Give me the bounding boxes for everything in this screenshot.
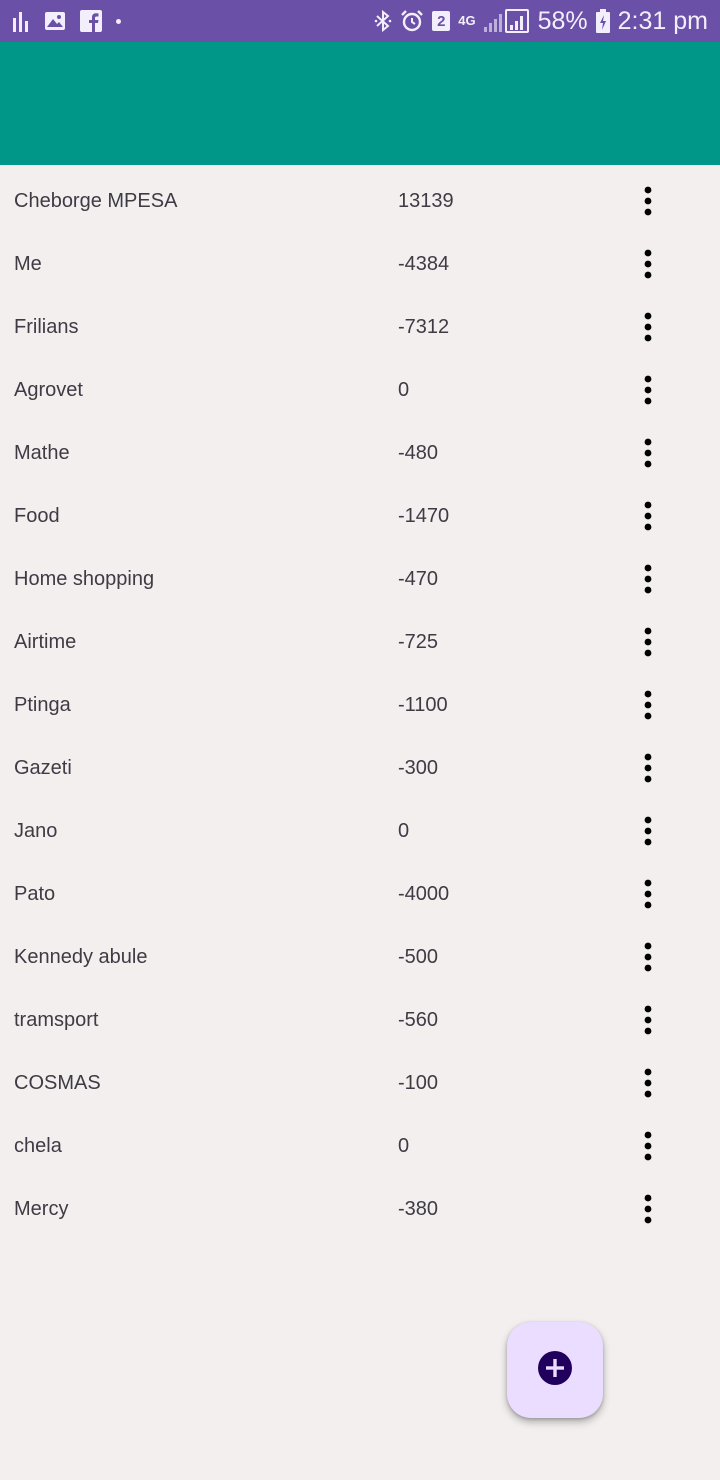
list-item[interactable]: Kennedy abule -500 [0, 926, 720, 989]
more-vert-icon[interactable] [628, 873, 668, 915]
app-bar [0, 42, 720, 165]
more-vert-icon[interactable] [628, 306, 668, 348]
more-vert-icon[interactable] [628, 243, 668, 285]
account-name: Food [14, 505, 60, 527]
more-vert-icon[interactable] [628, 1188, 668, 1230]
more-vert-icon[interactable] [628, 999, 668, 1041]
account-name: Jano [14, 820, 58, 842]
account-name: Mercy [14, 1198, 69, 1220]
list-item[interactable]: Pato -4000 [0, 863, 720, 926]
account-name: tramsport [14, 1009, 99, 1031]
more-vert-icon[interactable] [628, 432, 668, 474]
account-name: Mathe [14, 442, 70, 464]
more-vert-icon[interactable] [628, 180, 668, 222]
account-balance: -1100 [398, 694, 448, 716]
account-balance: -560 [398, 1009, 439, 1031]
list-item[interactable]: Food -1470 [0, 485, 720, 548]
account-balance: -500 [398, 946, 439, 968]
bar-chart-icon [12, 10, 30, 32]
more-vert-icon[interactable] [628, 1125, 668, 1167]
add-circle-icon [537, 1350, 573, 1391]
alarm-icon [400, 9, 424, 33]
clock: 2:31 pm [617, 6, 708, 35]
more-vert-icon[interactable] [628, 369, 668, 411]
account-name: Home shopping [14, 568, 155, 590]
network-type: 4G [458, 13, 476, 28]
facebook-icon [80, 10, 102, 32]
add-account-button[interactable] [507, 1322, 603, 1418]
account-balance: 0 [398, 820, 410, 842]
list-item[interactable]: tramsport -560 [0, 989, 720, 1052]
account-balance: 0 [398, 379, 410, 401]
account-name: Me [14, 253, 42, 275]
signal-icon [483, 9, 530, 33]
list-item[interactable]: Agrovet 0 [0, 359, 720, 422]
account-balance: -4384 [398, 253, 450, 275]
list-item[interactable]: Me -4384 [0, 233, 720, 296]
list-item[interactable]: Gazeti -300 [0, 737, 720, 800]
more-vert-icon[interactable] [628, 684, 668, 726]
more-vert-icon[interactable] [628, 1062, 668, 1104]
battery-charging-icon [595, 9, 610, 33]
account-balance: -300 [398, 757, 439, 779]
more-vert-icon[interactable] [628, 936, 668, 978]
account-name: Cheborge MPESA [14, 190, 178, 212]
account-name: Airtime [14, 631, 77, 653]
account-balance: -100 [398, 1072, 439, 1094]
list-item[interactable]: Home shopping -470 [0, 548, 720, 611]
account-name: Gazeti [14, 757, 72, 779]
account-name: Ptinga [14, 694, 71, 716]
account-name: Agrovet [14, 379, 83, 401]
account-balance: 0 [398, 1135, 410, 1157]
account-balance: 13139 [398, 190, 454, 212]
account-name: Frilians [14, 316, 79, 338]
list-item[interactable]: Jano 0 [0, 800, 720, 863]
dot-icon [116, 18, 121, 24]
image-icon [44, 11, 66, 31]
list-item[interactable]: COSMAS -100 [0, 1052, 720, 1115]
account-balance: -4000 [398, 883, 450, 905]
list-item[interactable]: chela 0 [0, 1115, 720, 1178]
battery-percent: 58% [537, 6, 588, 35]
more-vert-icon[interactable] [628, 810, 668, 852]
account-balance: -470 [398, 568, 439, 590]
bluetooth-icon [374, 9, 392, 33]
account-balance: -380 [398, 1198, 439, 1220]
more-vert-icon[interactable] [628, 558, 668, 600]
more-vert-icon[interactable] [628, 747, 668, 789]
list-item[interactable]: Frilians -7312 [0, 296, 720, 359]
account-balance: -7312 [398, 316, 450, 338]
notification-icons [12, 10, 121, 32]
account-name: Pato [14, 883, 56, 905]
list-item[interactable]: Cheborge MPESA 13139 [0, 170, 720, 233]
notification-badge: 2 [432, 11, 451, 31]
account-name: Kennedy abule [14, 946, 148, 968]
account-balance: -725 [398, 631, 439, 653]
account-name: COSMAS [14, 1072, 101, 1094]
account-balance: -480 [398, 442, 439, 464]
list-item[interactable]: Ptinga -1100 [0, 674, 720, 737]
list-item[interactable]: Airtime -725 [0, 611, 720, 674]
status-bar: 2 4G 58% 2:31 pm [0, 0, 720, 42]
account-balance: -1470 [398, 505, 450, 527]
list-item[interactable]: Mathe -480 [0, 422, 720, 485]
account-name: chela [14, 1135, 62, 1157]
system-icons: 2 4G 58% 2:31 pm [374, 7, 708, 36]
accounts-list: Cheborge MPESA 13139 Me -4384 Frilians -… [0, 170, 720, 1241]
more-vert-icon[interactable] [628, 495, 668, 537]
list-item[interactable]: Mercy -380 [0, 1178, 720, 1241]
more-vert-icon[interactable] [628, 621, 668, 663]
